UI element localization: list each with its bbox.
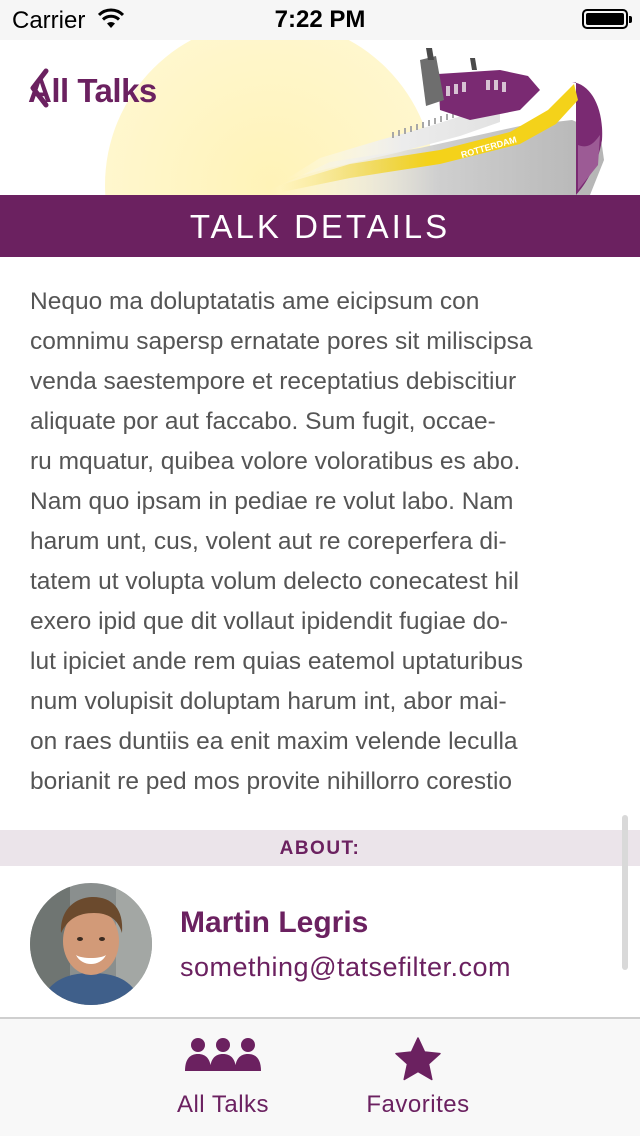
about-section-header: ABOUT: <box>0 830 640 866</box>
description-line: comnimu sapersp ernatate pores sit milis… <box>30 328 533 355</box>
tab-all-talks-label: All Talks <box>176 1091 270 1118</box>
description-line: borianit re ped mos provite nihillorro c… <box>30 768 513 795</box>
description-line: harum unt, cus, volent aut re coreperfer… <box>30 528 507 555</box>
speaker-email-link[interactable]: something@tatsefilter.com <box>180 952 511 983</box>
description-line: aliquate por aut faccabo. Sum fugit, occ… <box>30 408 496 435</box>
battery-fill <box>586 13 624 25</box>
tab-favorites-label: Favorites <box>366 1091 470 1118</box>
status-time: 7:22 PM <box>274 6 366 33</box>
page-title: TALK DETAILS <box>189 208 451 245</box>
description-line: ru mquatur, quibea volore voloratibus es… <box>30 448 521 475</box>
avatar <box>30 883 152 1005</box>
tab-favorites[interactable]: Favorites <box>328 1019 508 1136</box>
battery-nub <box>629 16 632 23</box>
description-line: tatem ut volupta volum delecto conecates… <box>30 568 519 595</box>
chevron-left-icon <box>30 68 49 108</box>
description-line: lut ipiciet ande rem quias eatemol uptat… <box>30 648 524 675</box>
speaker-row[interactable]: Martin Legris something@tatsefilter.com <box>0 866 640 1016</box>
ship-illustration: ROTTERDAM <box>105 40 604 195</box>
description-line: num volupisit doluptam harum int, abor m… <box>30 688 507 715</box>
talk-description: Nequo ma doluptatatis ame eicipsum con c… <box>30 282 615 802</box>
people-icon <box>185 1038 261 1071</box>
battery-icon <box>582 9 632 29</box>
speaker-name: Martin Legris <box>180 906 369 939</box>
speaker-photo <box>30 883 152 1005</box>
section-title-bar: TALK DETAILS <box>0 195 640 257</box>
tab-all-talks[interactable]: All Talks <box>133 1019 313 1136</box>
back-button[interactable]: All Talks <box>28 68 157 114</box>
description-line: Nequo ma doluptatatis ame eicipsum con <box>30 288 480 315</box>
tab-bar: All Talks Favorites <box>0 1017 640 1136</box>
description-line: on raes duntiis ea enit maxim velende le… <box>30 728 518 755</box>
status-bar: Carrier 7:22 PM <box>0 0 640 40</box>
about-label: ABOUT: <box>279 838 361 859</box>
description-line: Nam quo ipsam in pediae re volut labo. N… <box>30 488 514 515</box>
star-icon <box>395 1037 441 1081</box>
header: ROTTERDAM All Talks <box>0 40 640 195</box>
description-line: exero ipid que dit vollaut ipidendit fug… <box>30 608 509 635</box>
description-line: venda saestempore et receptatius debisci… <box>30 368 517 395</box>
